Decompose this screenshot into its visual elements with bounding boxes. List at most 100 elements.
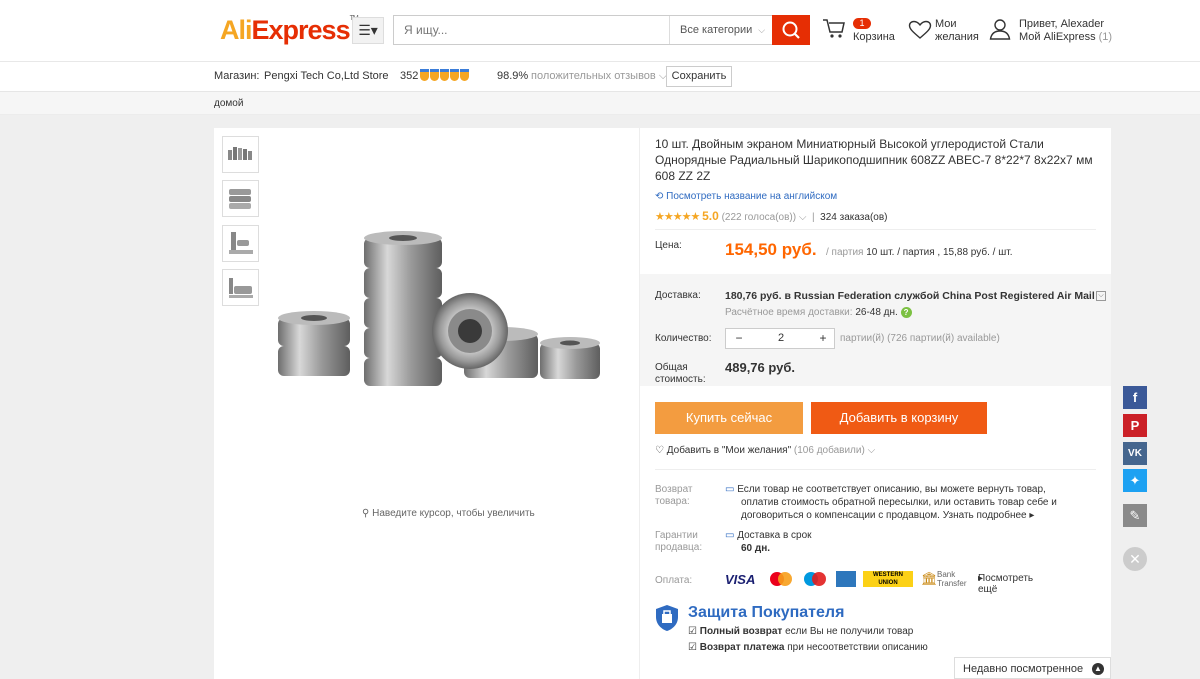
wishlist-line-2: желания xyxy=(935,31,979,43)
aliexpress-logo[interactable]: AliExpressTM xyxy=(220,15,359,46)
quantity-input[interactable]: 2 xyxy=(752,329,810,348)
thumbnail[interactable] xyxy=(222,225,259,262)
logo-ali-text: Ali xyxy=(220,15,253,45)
divider xyxy=(655,229,1096,230)
buyer-protection-title: Защита Покупателя xyxy=(688,604,845,621)
facebook-icon: f xyxy=(1132,390,1138,405)
learn-more-link[interactable]: Узнать подробнее ▸ xyxy=(943,510,1035,521)
shop-medals xyxy=(420,69,470,84)
vk-icon: VK xyxy=(1128,448,1142,459)
amex-logo xyxy=(836,571,856,587)
user-icon[interactable] xyxy=(989,18,1011,40)
guarantee-days: 60 дн. xyxy=(741,543,771,554)
minus-button[interactable]: − xyxy=(726,329,752,348)
plus-button[interactable]: + xyxy=(810,329,836,348)
close-share-button[interactable]: ✕ xyxy=(1123,547,1147,571)
price-meta: / партия 10 шт. / партия , 15,88 руб. / … xyxy=(826,247,1012,258)
bank-icon: 🏛 xyxy=(921,571,938,586)
bank-label-1: Bank xyxy=(937,570,956,579)
maestro-logo xyxy=(802,571,828,587)
shop-name-link[interactable]: Pengxi Tech Co,Ltd Store xyxy=(264,70,389,82)
thumbnail[interactable] xyxy=(222,180,259,217)
payment-label: Оплата: xyxy=(655,575,693,586)
cart-icon[interactable] xyxy=(822,18,846,40)
price-unit: / партия xyxy=(826,247,864,258)
shipping-time-label: Расчётное время доставки: xyxy=(725,307,853,318)
cart-label[interactable]: Корзина xyxy=(853,31,895,44)
save-store-button[interactable]: Сохранить xyxy=(666,66,732,87)
vk-share-button[interactable]: VK xyxy=(1123,442,1147,465)
medal-icon xyxy=(440,69,449,81)
checkbox-icon: ☑ xyxy=(688,626,697,637)
zoom-hint: ⚲ Наведите курсор, чтобы увеличить xyxy=(362,508,535,519)
breadcrumb-home[interactable]: домой xyxy=(214,98,243,109)
product-main-image[interactable] xyxy=(274,226,604,391)
divider xyxy=(655,469,1096,470)
product-panel: ⚲ Наведите курсор, чтобы увеличить 10 шт… xyxy=(214,128,1111,679)
buy-now-button[interactable]: Купить сейчас xyxy=(655,402,803,434)
add-to-cart-button[interactable]: Добавить в корзину xyxy=(811,402,987,434)
translate-title-link[interactable]: ⟲ Посмотреть название на английском xyxy=(655,191,837,202)
twitter-share-button[interactable]: ✦ xyxy=(1123,469,1147,492)
shield-icon xyxy=(656,605,678,631)
shipping-value[interactable]: 180,76 руб. в Russian Federation службой… xyxy=(725,290,1095,302)
shipping-dropdown-icon[interactable]: ⌵ xyxy=(1096,291,1106,301)
protection-1-bold: Полный возврат xyxy=(699,626,783,637)
protection-line-2: ☑ Возврат платежа при несоответствии опи… xyxy=(688,642,928,653)
thumbnail[interactable] xyxy=(222,136,259,173)
guarantee-label-2: продавца: xyxy=(655,542,703,553)
wishlist-add-text: Добавить в "Мои желания" xyxy=(666,445,792,456)
wishlist-link[interactable]: Мои желания xyxy=(935,18,979,44)
guarantee-label: Гарантии продавца: xyxy=(655,530,702,554)
total-label-1: Общая xyxy=(655,362,688,373)
facebook-share-button[interactable]: f xyxy=(1123,386,1147,409)
votes-link[interactable]: (222 голоса(ов)) xyxy=(722,212,797,223)
shop-score: 352 xyxy=(400,70,419,82)
price-label: Цена: xyxy=(655,240,682,251)
total-price: 489,76 руб. xyxy=(725,360,796,375)
bearing-thumb-image xyxy=(229,232,253,254)
add-to-wishlist-link[interactable]: ♡ Добавить в "Мои желания" (106 добавили… xyxy=(655,445,875,456)
heart-icon[interactable] xyxy=(908,20,932,40)
guarantee-label-1: Гарантии xyxy=(655,530,698,541)
twitter-icon: ✦ xyxy=(1129,473,1141,488)
medal-icon xyxy=(420,69,429,81)
account-link[interactable]: Привет, Alexader Мой AliExpress (1) xyxy=(1019,18,1112,44)
return-label: Возврат товара: xyxy=(655,484,693,508)
caret-right-icon: ▸ xyxy=(1029,510,1035,521)
pinterest-share-button[interactable]: P xyxy=(1123,414,1147,437)
recently-viewed-bar[interactable]: Недавно посмотренное ▲ xyxy=(954,657,1111,679)
positive-feedback-label: положительных отзывов xyxy=(531,70,656,82)
bank-transfer-label: Bank Transfer xyxy=(937,570,967,588)
search-input[interactable] xyxy=(394,16,669,44)
edit-feedback-button[interactable]: ✎ xyxy=(1123,504,1147,527)
shop-bar: Магазин: Pengxi Tech Co,Ltd Store 352 98… xyxy=(0,62,1200,92)
star-rating-icon: ★★★★★ xyxy=(655,211,700,223)
orders-count: 324 заказа(ов) xyxy=(820,212,888,223)
search-button[interactable] xyxy=(772,15,810,45)
search-bar: Все категории ⌵ xyxy=(393,15,810,45)
delivery-icon: ▭ xyxy=(725,530,735,541)
translate-title-text: Посмотреть название на английском xyxy=(666,191,838,202)
shipping-time: Расчётное время доставки: 26-48 дн. ? xyxy=(725,307,912,318)
visa-logo: VISA xyxy=(725,572,756,587)
account-greeting: Привет, Alexader xyxy=(1019,18,1104,30)
mastercard-logo xyxy=(768,571,794,587)
help-icon[interactable]: ? xyxy=(900,307,912,318)
medal-icon xyxy=(450,69,459,81)
positive-feedback-dropdown[interactable]: положительных отзывов ⌵ xyxy=(531,70,667,83)
rating-line: ★★★★★ 5.0 (222 голоса(ов)) ⌵ | 324 заказ… xyxy=(655,209,888,223)
chevron-down-icon: ⌵ xyxy=(798,212,807,223)
shipping-time-value: 26-48 дн. xyxy=(855,307,898,318)
quantity-label: Количество: xyxy=(655,333,712,344)
total-label-2: стоимость: xyxy=(655,374,706,385)
categories-menu-button[interactable]: ☰▾ xyxy=(352,17,384,44)
my-aliexpress-label: Мой AliExpress xyxy=(1019,31,1096,43)
payment-more-text: Посмотреть ещё xyxy=(978,573,1034,595)
thumbnail[interactable] xyxy=(222,269,259,306)
quantity-meta: партии(й) (726 партии(й) available) xyxy=(840,333,1000,344)
shipping-method: в Russian Federation службой China Post … xyxy=(784,290,1095,302)
chevron-up-icon: ▲ xyxy=(1092,663,1104,675)
bearing-thumb-image xyxy=(228,147,252,160)
category-select[interactable]: Все категории ⌵ xyxy=(669,16,772,44)
